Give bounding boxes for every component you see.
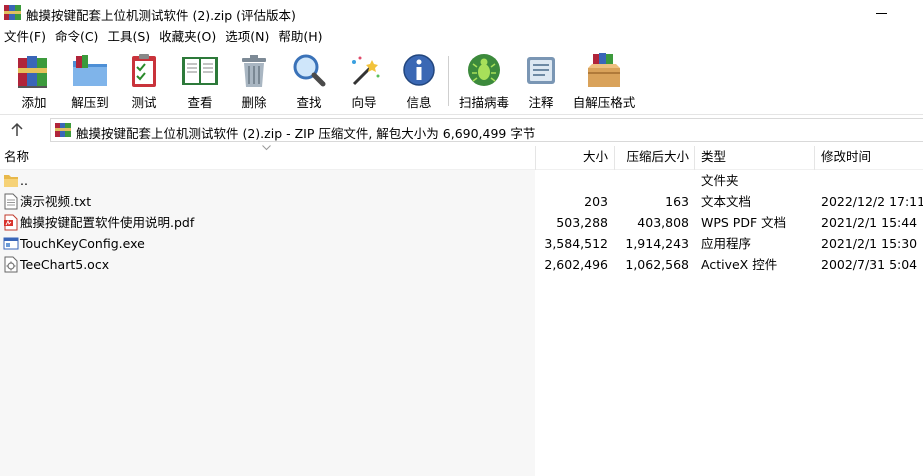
trash-icon [242, 55, 266, 87]
test-clipboard-icon [132, 54, 156, 87]
text-file-icon [4, 193, 18, 210]
file-row[interactable]: TeeChart5.ocx 2,602,496 1,062,568 Active… [0, 254, 923, 275]
file-type: 文件夹 [701, 173, 739, 188]
delete-label: 删除 [241, 95, 267, 110]
archive-icon [55, 123, 71, 137]
virus-scan-button[interactable]: 扫描病毒 [458, 52, 510, 112]
window-title: 触摸按键配套上位机测试软件 (2).zip (评估版本) [26, 8, 296, 23]
column-type[interactable]: 类型 [701, 144, 726, 170]
column-size[interactable]: 大小 [540, 144, 608, 170]
file-packed-size: 1,062,568 [625, 257, 689, 272]
file-packed-size: 403,808 [637, 215, 689, 230]
file-packed-size: 163 [665, 194, 689, 209]
toolbar: 添加 解压到 测试 查看 删除 查找 向导 信息 扫描病毒 注释 自解压格式 [0, 48, 923, 112]
menu-options[interactable]: 选项(N) [221, 27, 274, 47]
file-size: 3,584,512 [544, 236, 608, 251]
file-modified: 2021/2/1 15:44 [821, 215, 918, 230]
file-name: .. [20, 173, 28, 188]
toolbar-separator [448, 56, 449, 106]
info-icon [403, 54, 435, 86]
column-divider[interactable] [535, 146, 536, 170]
magnifier-icon [293, 54, 326, 87]
folder-icon [4, 175, 18, 187]
file-size: 203 [584, 194, 608, 209]
find-label: 查找 [296, 95, 322, 110]
sfx-box-icon [588, 53, 620, 87]
menu-help[interactable]: 帮助(H) [274, 27, 327, 47]
extract-to-button[interactable]: 解压到 [68, 52, 112, 112]
add-label: 添加 [21, 95, 47, 110]
file-row[interactable]: 触摸按键配置软件使用说明.pdf 503,288 403,808 WPS PDF… [0, 212, 923, 233]
file-name: 触摸按键配置软件使用说明.pdf [20, 215, 195, 230]
file-packed-size: 1,914,243 [625, 236, 689, 251]
menu-bar: 文件(F) 命令(C) 工具(S) 收藏夹(O) 选项(N) 帮助(H) [0, 27, 923, 47]
file-list: 名称 大小 压缩后大小 类型 修改时间 .. 文件夹 演示视频.txt 203 … [0, 144, 923, 476]
sort-arrow-icon [262, 145, 271, 151]
add-books-icon [18, 56, 47, 88]
column-divider[interactable] [614, 146, 615, 170]
file-row[interactable]: 演示视频.txt 203 163 文本文档 2022/12/2 17:11 [0, 191, 923, 212]
wizard-button[interactable]: 向导 [344, 52, 384, 112]
file-modified: 2002/7/31 5:04 [821, 257, 918, 272]
wizard-wand-icon [352, 56, 380, 86]
file-name: 演示视频.txt [20, 194, 92, 209]
info-label: 信息 [406, 95, 432, 110]
address-path[interactable]: 触摸按键配套上位机测试软件 (2).zip - ZIP 压缩文件, 解包大小为 … [50, 118, 923, 142]
test-button[interactable]: 测试 [126, 52, 162, 112]
menu-commands[interactable]: 命令(C) [51, 27, 103, 47]
file-row-parent[interactable]: .. 文件夹 [0, 170, 923, 191]
file-name: TouchKeyConfig.exe [20, 236, 145, 251]
address-text: 触摸按键配套上位机测试软件 (2).zip - ZIP 压缩文件, 解包大小为 … [76, 126, 536, 141]
minimize-button[interactable] [872, 4, 892, 22]
file-type: 应用程序 [701, 236, 752, 251]
column-divider[interactable] [814, 146, 815, 170]
file-type: WPS PDF 文档 [701, 215, 787, 230]
comment-icon [527, 57, 555, 84]
column-packed-size[interactable]: 压缩后大小 [618, 144, 689, 170]
wizard-label: 向导 [351, 95, 377, 110]
comment-label: 注释 [528, 95, 554, 110]
exe-file-icon [3, 237, 19, 250]
extract-folder-icon [73, 55, 107, 86]
view-label: 查看 [187, 95, 213, 110]
file-modified: 2022/12/2 17:11 [821, 194, 923, 209]
menu-tools[interactable]: 工具(S) [103, 27, 155, 47]
virus-scan-icon [468, 54, 500, 86]
find-button[interactable]: 查找 [289, 52, 329, 112]
file-type: ActiveX 控件 [701, 257, 778, 272]
file-size: 2,602,496 [544, 257, 608, 272]
file-modified: 2021/2/1 15:30 [821, 236, 918, 251]
info-button[interactable]: 信息 [399, 52, 439, 112]
title-bar: 触摸按键配套上位机测试软件 (2).zip (评估版本) [0, 0, 923, 26]
up-arrow-icon[interactable] [8, 121, 26, 139]
view-book-icon [182, 57, 218, 85]
file-name: TeeChart5.ocx [20, 257, 110, 272]
view-button[interactable]: 查看 [178, 52, 222, 112]
delete-button[interactable]: 删除 [236, 52, 272, 112]
ocx-file-icon [4, 256, 18, 273]
extract-to-label: 解压到 [71, 95, 109, 110]
comment-button[interactable]: 注释 [522, 52, 560, 112]
list-header: 名称 大小 压缩后大小 类型 修改时间 [0, 144, 923, 170]
file-type: 文本文档 [701, 194, 752, 209]
column-name[interactable]: 名称 [4, 144, 29, 170]
menu-favorites[interactable]: 收藏夹(O) [155, 27, 221, 47]
sfx-label: 自解压格式 [572, 95, 636, 110]
test-label: 测试 [131, 95, 157, 110]
column-modified[interactable]: 修改时间 [821, 144, 871, 170]
add-button[interactable]: 添加 [14, 52, 54, 112]
virus-scan-label: 扫描病毒 [458, 95, 509, 110]
pdf-file-icon [4, 214, 18, 231]
file-row[interactable]: TouchKeyConfig.exe 3,584,512 1,914,243 应… [0, 233, 923, 254]
column-divider[interactable] [694, 146, 695, 170]
menu-file[interactable]: 文件(F) [0, 27, 51, 47]
file-size: 503,288 [556, 215, 608, 230]
sfx-button[interactable]: 自解压格式 [572, 52, 636, 112]
winrar-app-icon[interactable] [4, 4, 21, 21]
address-bar: 触摸按键配套上位机测试软件 (2).zip - ZIP 压缩文件, 解包大小为 … [0, 114, 923, 144]
